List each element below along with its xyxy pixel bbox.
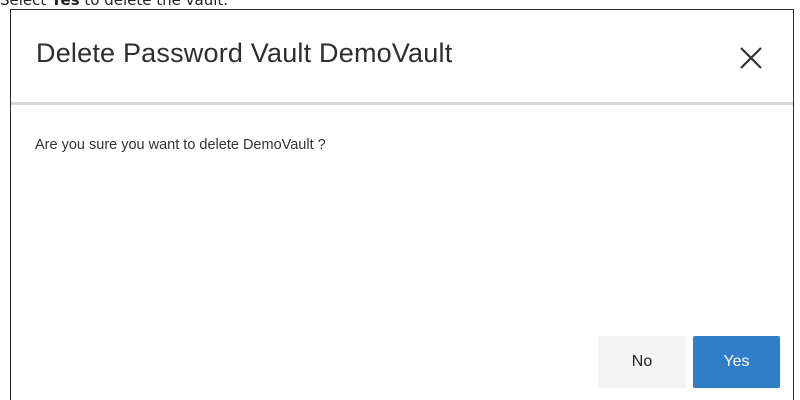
dialog-message: Are you sure you want to delete DemoVaul… (35, 137, 326, 153)
caption-prefix: Select (0, 0, 52, 9)
dialog-header: Delete Password Vault DemoVault (11, 10, 793, 105)
no-button[interactable]: No (598, 336, 686, 388)
caption-bold-text: Yes (51, 0, 80, 9)
close-icon (740, 47, 762, 69)
close-button[interactable] (733, 40, 769, 76)
instruction-caption: Select Yes to delete the vault. (0, 0, 228, 9)
yes-button[interactable]: Yes (693, 336, 780, 388)
delete-vault-dialog: Delete Password Vault DemoVault Are you … (10, 9, 794, 400)
dialog-title: Delete Password Vault DemoVault (36, 38, 453, 68)
caption-suffix: to delete the vault. (79, 0, 229, 9)
page: Select Yes to delete the vault. Delete P… (0, 0, 800, 400)
